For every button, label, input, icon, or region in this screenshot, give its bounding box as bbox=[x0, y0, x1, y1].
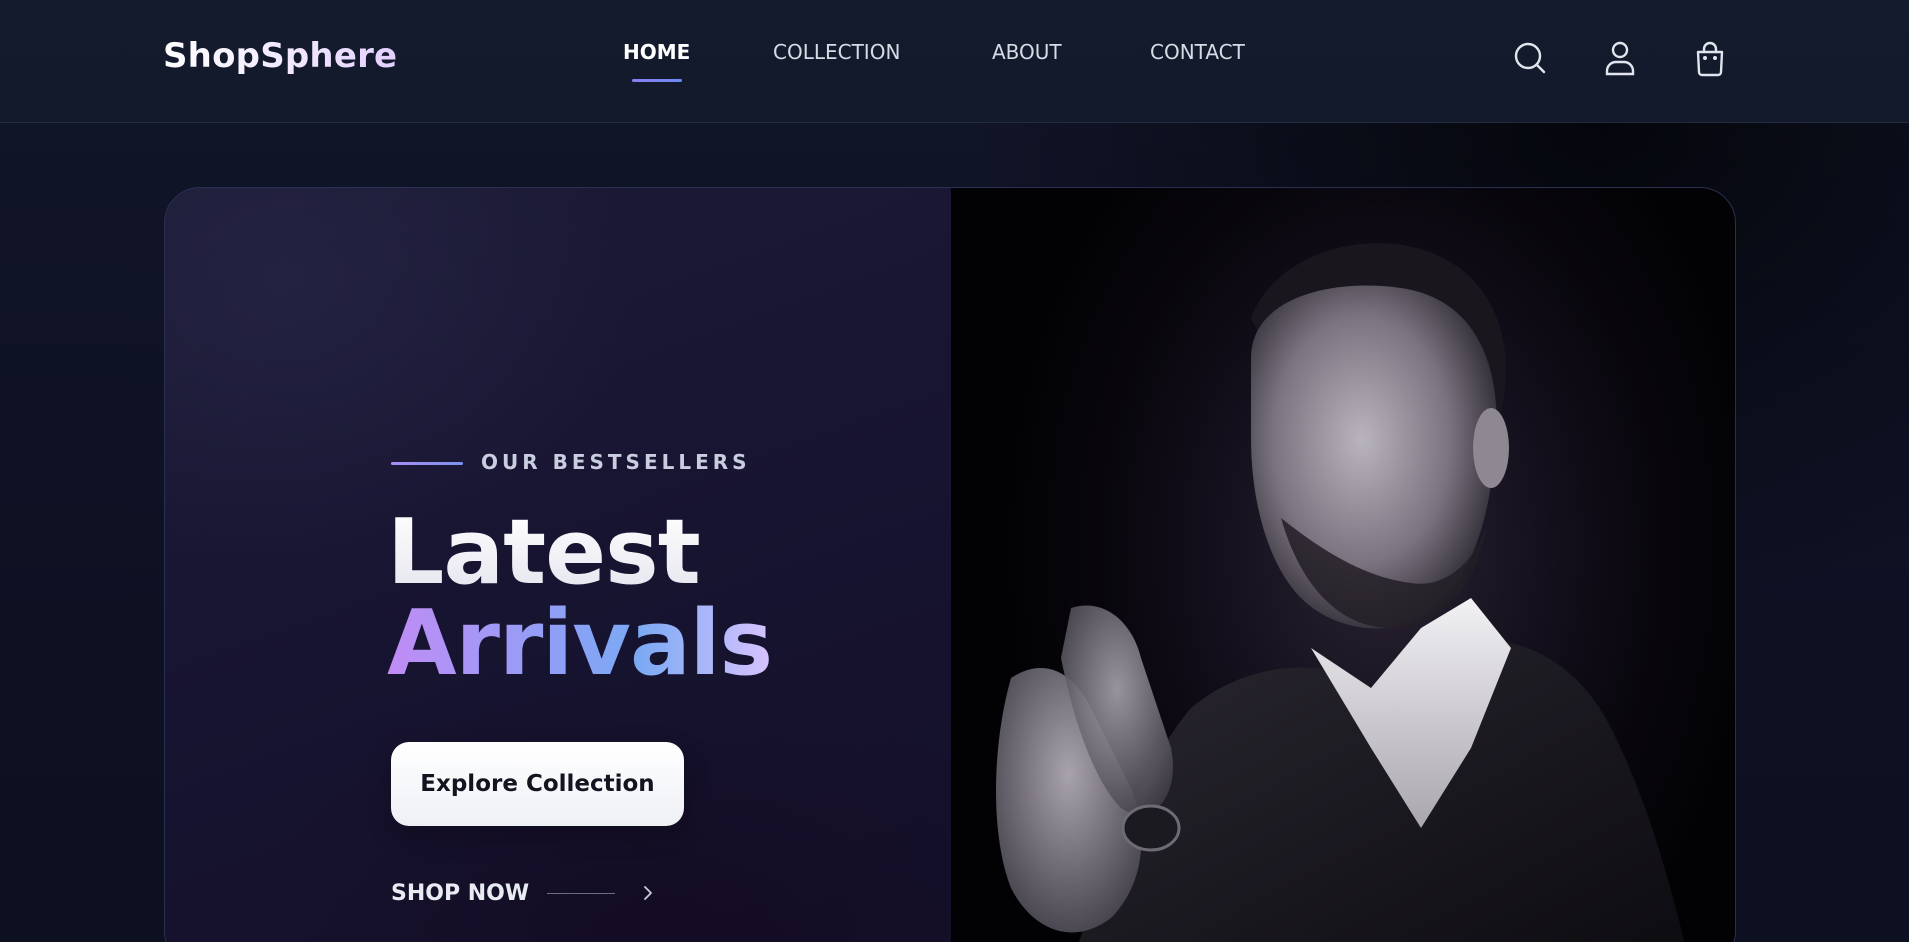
hero-eyebrow: OUR BESTSELLERS bbox=[481, 450, 751, 474]
chevron-right-icon bbox=[644, 886, 653, 900]
nav-active-indicator bbox=[632, 79, 682, 82]
site-header: ShopSphere HOME COLLECTION ABOUT CONTACT bbox=[0, 0, 1909, 123]
hero-title-line1: Latest bbox=[387, 500, 701, 605]
search-icon[interactable] bbox=[1510, 38, 1550, 78]
shop-now-divider bbox=[547, 892, 616, 894]
shop-now-link[interactable]: SHOP NOW bbox=[391, 878, 655, 908]
explore-collection-button[interactable]: Explore Collection bbox=[391, 742, 684, 826]
nav-item-home[interactable]: HOME bbox=[623, 40, 690, 64]
shop-now-label: SHOP NOW bbox=[391, 880, 530, 906]
nav-item-contact[interactable]: CONTACT bbox=[1150, 40, 1245, 64]
nav-item-about[interactable]: ABOUT bbox=[992, 40, 1062, 64]
hero-model-photo bbox=[951, 188, 1735, 942]
hero-title-line2: Arrivals bbox=[387, 591, 773, 696]
brand-logo[interactable]: ShopSphere bbox=[163, 36, 397, 76]
nav-item-collection[interactable]: COLLECTION bbox=[773, 40, 900, 64]
page: ShopSphere HOME COLLECTION ABOUT CONTACT bbox=[0, 0, 1909, 942]
model-photo-illustration bbox=[996, 243, 1685, 942]
eyebrow-accent-line bbox=[391, 462, 463, 465]
user-icon[interactable] bbox=[1600, 38, 1640, 78]
hero-card: OUR BESTSELLERS Latest Arrivals Explore … bbox=[164, 187, 1736, 942]
shopping-bag-icon[interactable] bbox=[1690, 38, 1730, 78]
